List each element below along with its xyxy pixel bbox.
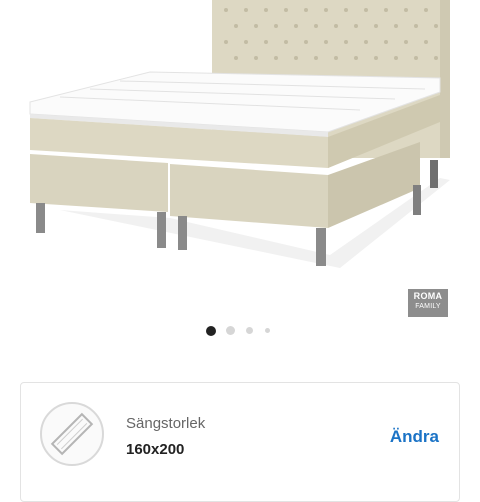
option-label: Sängstorlek — [126, 415, 206, 432]
product-gallery[interactable]: ROMA FAMILY — [0, 0, 480, 345]
mattress-size-icon — [40, 402, 104, 466]
pagination-dot[interactable] — [246, 327, 253, 334]
option-value: 160x200 — [126, 441, 185, 458]
mattress-size-icon-graphic — [50, 412, 94, 456]
pagination-dot[interactable] — [265, 328, 270, 333]
brand-badge-line2: FAMILY — [415, 303, 441, 310]
pagination-dot[interactable] — [206, 326, 216, 336]
change-size-button[interactable]: Ändra — [390, 427, 439, 447]
brand-badge-line1: ROMA — [413, 291, 443, 301]
bed-size-option-card[interactable]: Sängstorlek 160x200 Ändra — [20, 382, 460, 502]
pagination-dot[interactable] — [226, 326, 235, 335]
brand-badge: ROMA FAMILY — [408, 289, 448, 317]
gallery-pagination — [0, 324, 480, 338]
